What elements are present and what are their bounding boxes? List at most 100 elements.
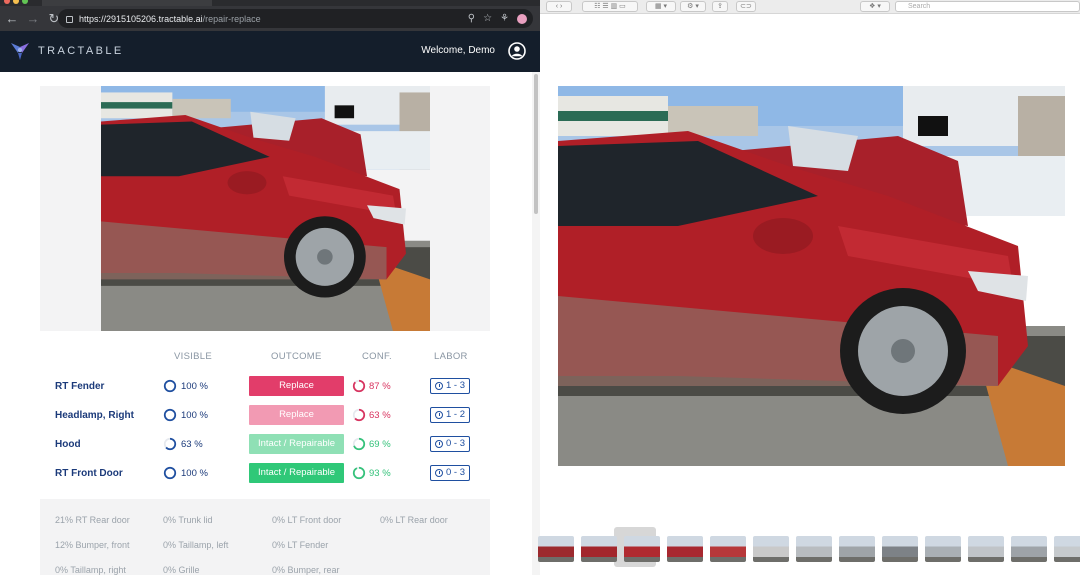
back-forward-icon[interactable]: ‹ ›: [546, 1, 572, 12]
outcome-button[interactable]: Replace: [249, 405, 344, 425]
other-part-item[interactable]: 0% Taillamp, right: [55, 565, 126, 575]
thumbnail[interactable]: [882, 536, 918, 562]
confidence-value: 63 %: [369, 409, 391, 421]
part-name[interactable]: RT Fender: [55, 381, 104, 392]
tag-icon[interactable]: ⊂⊃: [736, 1, 756, 12]
other-part-item[interactable]: 0% Trunk lid: [163, 515, 213, 525]
tractable-logo-icon: [11, 43, 29, 60]
thumbnail-strip: [538, 527, 1080, 575]
grid-options-icon[interactable]: ▦ ▾: [646, 1, 676, 12]
close-window-dot[interactable]: [4, 0, 10, 4]
other-part-item[interactable]: 0% Taillamp, left: [163, 540, 228, 550]
lock-icon: [66, 16, 73, 23]
labor-button[interactable]: 0 - 3: [430, 436, 471, 452]
outcome-button[interactable]: Intact / Repairable: [249, 463, 344, 483]
assessment-card: VISIBLE OUTCOME CONF. LABOR RT Fender 10…: [40, 86, 490, 499]
extension-icon[interactable]: ⚘: [500, 11, 509, 26]
confidence-value: 69 %: [369, 438, 391, 450]
scrollbar-thumb[interactable]: [534, 74, 538, 214]
labor-value: 1 - 3: [446, 380, 466, 391]
other-part-item[interactable]: 0% LT Front door: [272, 515, 341, 525]
profile-icon[interactable]: [517, 14, 527, 24]
brand-name: TRACTABLE: [38, 45, 124, 57]
labor-value: 0 - 3: [446, 438, 466, 449]
part-name[interactable]: Headlamp, Right: [55, 410, 134, 421]
visible-value: 100 %: [181, 380, 208, 392]
outcome-button[interactable]: Replace: [249, 376, 344, 396]
part-name[interactable]: Hood: [55, 439, 81, 450]
app-header: TRACTABLE Welcome, Demo: [0, 31, 540, 72]
view-mode-icon[interactable]: ☷ ☰ ▥ ▭: [582, 1, 638, 12]
visibility-ring-icon: [163, 379, 177, 393]
thumbnail-selected[interactable]: [667, 536, 703, 562]
confidence-value: 93 %: [369, 467, 391, 479]
outcome-button[interactable]: Intact / Repairable: [249, 434, 344, 454]
confidence-ring-icon: [352, 437, 366, 451]
visibility-ring-icon: [163, 437, 177, 451]
back-icon[interactable]: ←: [3, 10, 21, 28]
table-row: RT Front Door 100 % Intact / Repairable …: [40, 463, 490, 485]
other-part-item[interactable]: 0% LT Fender: [272, 540, 328, 550]
confidence-value: 87 %: [369, 380, 391, 392]
image-viewer-window: ‹ › ☷ ☰ ▥ ▭ ▦ ▾ ⚙ ▾ ⇪ ⊂⊃ ❖ ▾ Search: [538, 0, 1080, 575]
labor-value: 0 - 3: [446, 467, 466, 478]
visibility-ring-icon: [163, 466, 177, 480]
scrollbar[interactable]: [532, 72, 540, 575]
car-photo-large: [558, 86, 1065, 466]
url-path: /repair-replace: [202, 13, 261, 24]
visible-value: 63 %: [181, 438, 203, 450]
clock-icon: [435, 440, 443, 448]
thumbnail[interactable]: [968, 536, 1004, 562]
visible-value: 100 %: [181, 409, 208, 421]
search-input[interactable]: Search: [895, 1, 1080, 12]
other-part-item[interactable]: 0% LT Rear door: [380, 515, 448, 525]
visibility-ring-icon: [163, 408, 177, 422]
dropbox-icon[interactable]: ❖ ▾: [860, 1, 890, 12]
ring-progress: [163, 408, 177, 422]
header-conf: CONF.: [362, 351, 392, 362]
page-content: VISIBLE OUTCOME CONF. LABOR RT Fender 10…: [0, 72, 540, 575]
visible-value: 100 %: [181, 467, 208, 479]
other-part-item[interactable]: 0% Bumper, rear: [272, 565, 340, 575]
thumbnail[interactable]: [581, 536, 617, 562]
other-part-item[interactable]: 0% Grille: [163, 565, 200, 575]
thumbnail[interactable]: [753, 536, 789, 562]
clock-icon: [435, 382, 443, 390]
other-part-item[interactable]: 21% RT Rear door: [55, 515, 130, 525]
maximize-window-dot[interactable]: [22, 0, 28, 4]
thumbnail[interactable]: [925, 536, 961, 562]
confidence-ring-icon: [352, 466, 366, 480]
labor-button[interactable]: 1 - 2: [430, 407, 471, 423]
user-account-icon[interactable]: [508, 42, 526, 60]
header-outcome: OUTCOME: [271, 351, 322, 362]
forward-icon[interactable]: →: [24, 10, 42, 28]
confidence-ring-icon: [352, 379, 366, 393]
clock-icon: [435, 469, 443, 477]
share-icon[interactable]: ⇪: [712, 1, 728, 12]
thumbnail[interactable]: [1011, 536, 1047, 562]
bookmark-star-icon[interactable]: ☆: [483, 11, 492, 26]
confidence-ring-icon: [352, 408, 366, 422]
zoom-icon[interactable]: ⚲: [468, 11, 475, 26]
parts-table: VISIBLE OUTCOME CONF. LABOR RT Fender 10…: [40, 331, 490, 499]
gear-icon[interactable]: ⚙ ▾: [680, 1, 706, 12]
header-labor: LABOR: [434, 351, 468, 362]
part-name[interactable]: RT Front Door: [55, 468, 123, 479]
labor-button[interactable]: 1 - 3: [430, 378, 471, 394]
thumbnail[interactable]: [624, 536, 660, 562]
ring-progress: [163, 379, 177, 393]
thumbnail[interactable]: [796, 536, 832, 562]
thumbnail[interactable]: [538, 536, 574, 562]
minimize-window-dot[interactable]: [13, 0, 19, 4]
thumbnail[interactable]: [839, 536, 875, 562]
other-part-item[interactable]: 12% Bumper, front: [55, 540, 130, 550]
labor-button[interactable]: 0 - 3: [430, 465, 471, 481]
clock-icon: [435, 411, 443, 419]
header-visible: VISIBLE: [174, 351, 213, 362]
other-parts-list: 21% RT Rear door 0% Trunk lid 0% LT Fron…: [40, 499, 490, 575]
viewer-toolbar: ‹ › ☷ ☰ ▥ ▭ ▦ ▾ ⚙ ▾ ⇪ ⊂⊃ ❖ ▾ Search: [540, 0, 1080, 14]
thumbnail[interactable]: [710, 536, 746, 562]
ring-progress: [163, 466, 177, 480]
address-bar[interactable]: https://2915105206.tractable.ai/repair-r…: [58, 9, 533, 28]
thumbnail[interactable]: [1054, 536, 1080, 562]
